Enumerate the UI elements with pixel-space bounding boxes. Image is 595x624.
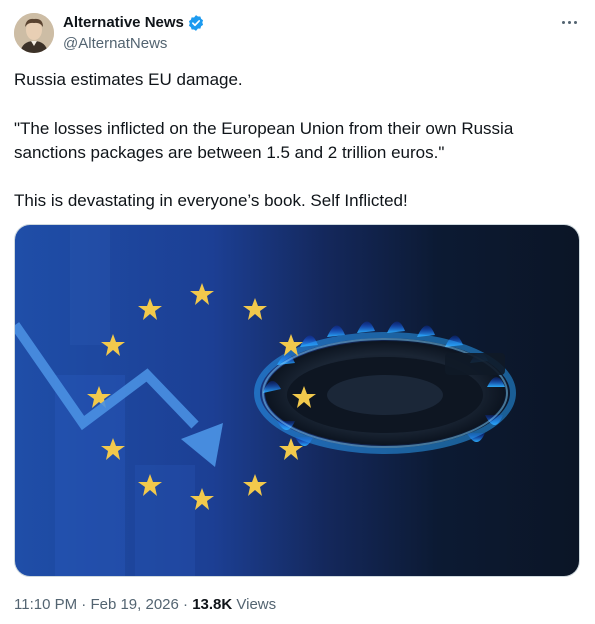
views-count: 13.8K: [192, 596, 233, 613]
tweet-metadata: 11:10 PM · Feb 19, 2026 · 13.8K Views: [14, 595, 276, 615]
tweet-time[interactable]: 11:10 PM: [14, 596, 77, 613]
author-handle[interactable]: @AlternatNews: [63, 34, 167, 54]
tweet: Alternative News @AlternatNews Russia es…: [0, 0, 595, 624]
eu-gas-flame-image: [15, 225, 579, 576]
author-name-row: Alternative News: [63, 13, 205, 33]
meta-separator: ·: [81, 596, 87, 613]
tweet-text-line-1: Russia estimates EU damage.: [14, 70, 243, 89]
more-options-button[interactable]: [556, 12, 582, 32]
author-avatar[interactable]: [14, 13, 54, 53]
tweet-media-image[interactable]: [14, 224, 580, 577]
tweet-date[interactable]: Feb 19, 2026: [90, 596, 178, 613]
meta-separator: ·: [183, 596, 189, 613]
tweet-text-line-4: This is devastating in everyone’s book. …: [14, 191, 408, 210]
tweet-text-line-2: "The losses inflicted on the European Un…: [14, 119, 514, 138]
more-horizontal-icon: [561, 20, 565, 24]
views-label: Views: [236, 596, 277, 613]
verified-badge-icon: [187, 14, 205, 32]
tweet-text-line-3: sanctions packages are between 1.5 and 2…: [14, 143, 445, 162]
author-display-name[interactable]: Alternative News: [63, 13, 184, 33]
avatar-portrait-image: [14, 13, 54, 53]
